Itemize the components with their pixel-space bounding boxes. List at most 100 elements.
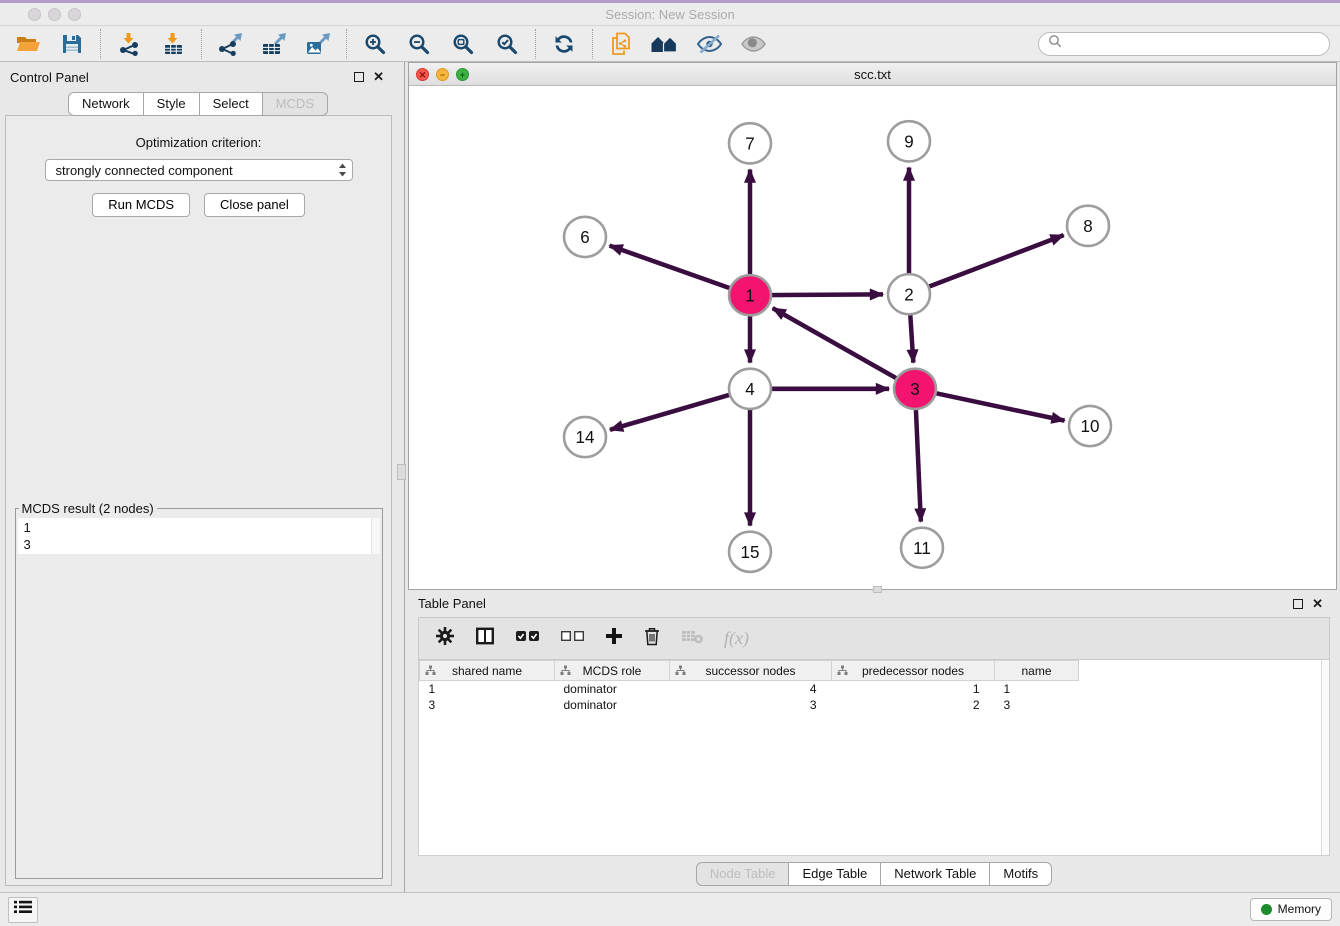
zoom-selected-icon[interactable]: [491, 29, 523, 59]
graph-node-6[interactable]: 6: [564, 217, 606, 257]
network-maximize-icon[interactable]: +: [456, 68, 469, 81]
table-cell[interactable]: 4: [670, 681, 832, 697]
mcds-result-text[interactable]: 1 3: [18, 518, 371, 554]
column-header-mcds-role[interactable]: MCDS role: [555, 661, 670, 681]
delete-table-icon[interactable]: [681, 628, 704, 649]
table-row[interactable]: 1dominator411: [420, 681, 1330, 697]
zoom-fit-icon[interactable]: [447, 29, 479, 59]
hide-selected-icon[interactable]: [693, 29, 725, 59]
table-cell[interactable]: dominator: [555, 681, 670, 697]
graph-edge-3-1[interactable]: [773, 308, 908, 385]
table-scrollbar[interactable]: [1321, 660, 1329, 855]
maximize-window-icon[interactable]: [68, 8, 81, 21]
table-cell[interactable]: 2: [832, 697, 995, 713]
run-mcds-button[interactable]: Run MCDS: [92, 193, 190, 217]
svg-text:14: 14: [576, 428, 595, 447]
columns-icon[interactable]: [475, 626, 495, 651]
task-history-button[interactable]: [8, 897, 38, 923]
save-session-icon[interactable]: [56, 29, 88, 59]
graph-node-3[interactable]: 3: [894, 369, 936, 409]
graph-edge-3-10[interactable]: [923, 390, 1065, 420]
graph-edge-4-14[interactable]: [610, 391, 742, 430]
tab-network-table[interactable]: Network Table: [880, 862, 990, 886]
close-panel-button[interactable]: Close panel: [204, 193, 305, 217]
graph-node-7[interactable]: 7: [729, 123, 771, 163]
export-network-icon[interactable]: [214, 29, 246, 59]
table-cell[interactable]: 1: [995, 681, 1079, 697]
close-window-icon[interactable]: [28, 8, 41, 21]
float-panel-icon[interactable]: [354, 72, 364, 82]
close-panel-icon[interactable]: ✕: [373, 72, 384, 82]
export-image-icon[interactable]: [302, 29, 334, 59]
chevron-updown-icon: [338, 162, 347, 178]
table-cell[interactable]: 1: [832, 681, 995, 697]
function-builder-icon[interactable]: f(x): [724, 628, 749, 649]
import-table-icon[interactable]: [157, 29, 189, 59]
graph-edge-1-6[interactable]: [610, 246, 743, 293]
graph-node-8[interactable]: 8: [1067, 206, 1109, 246]
zoom-out-icon[interactable]: [403, 29, 435, 59]
graph-edge-3-11[interactable]: [915, 397, 920, 522]
column-header-successor-nodes[interactable]: successor nodes: [670, 661, 832, 681]
window-controls: [28, 8, 81, 21]
network-close-icon[interactable]: ✕: [416, 68, 429, 81]
graph-node-2[interactable]: 2: [888, 274, 930, 314]
result-scrollbar[interactable]: [371, 518, 380, 554]
column-header-name[interactable]: name: [995, 661, 1079, 681]
minimize-window-icon[interactable]: [48, 8, 61, 21]
zoom-in-icon[interactable]: [359, 29, 391, 59]
gear-icon[interactable]: [435, 626, 455, 651]
table-tabs: Node Table Edge Table Network Table Moti…: [418, 856, 1330, 892]
duplicate-network-icon[interactable]: [605, 29, 637, 59]
graph-node-15[interactable]: 15: [729, 532, 771, 572]
graph-node-10[interactable]: 10: [1069, 406, 1111, 446]
first-neighbors-icon[interactable]: [649, 29, 681, 59]
tab-motifs[interactable]: Motifs: [989, 862, 1052, 886]
table-cell[interactable]: 3: [995, 697, 1079, 713]
horizontal-divider-grip[interactable]: [873, 586, 882, 593]
graph-node-4[interactable]: 4: [729, 369, 771, 409]
table-panel-title: Table Panel: [418, 596, 486, 611]
tab-style[interactable]: Style: [143, 92, 200, 116]
graph-node-1[interactable]: 1: [729, 275, 771, 315]
export-table-icon[interactable]: [258, 29, 290, 59]
search-input[interactable]: [1067, 37, 1320, 51]
table-cell[interactable]: 3: [420, 697, 555, 713]
tab-edge-table[interactable]: Edge Table: [788, 862, 881, 886]
panel-divider[interactable]: [396, 62, 408, 892]
table-row[interactable]: 3dominator323: [420, 697, 1330, 713]
select-all-icon[interactable]: [515, 629, 540, 648]
search-field[interactable]: [1038, 32, 1330, 56]
graph-edge-1-2[interactable]: [758, 294, 883, 295]
table-cell[interactable]: 3: [670, 697, 832, 713]
table-header-row: shared name MCDS role successor nodes pr…: [420, 661, 1330, 681]
import-network-icon[interactable]: [113, 29, 145, 59]
table-cell[interactable]: dominator: [555, 697, 670, 713]
apply-layout-icon[interactable]: [548, 29, 580, 59]
divider-grip[interactable]: [397, 464, 406, 480]
tab-select[interactable]: Select: [199, 92, 263, 116]
close-table-panel-icon[interactable]: ✕: [1312, 599, 1323, 609]
network-graph[interactable]: 7 9 6 8 1 2 4 3 14 10 15 11: [409, 86, 1336, 589]
tab-mcds[interactable]: MCDS: [262, 92, 328, 116]
column-header-predecessor-nodes[interactable]: predecessor nodes: [832, 661, 995, 681]
deselect-all-icon[interactable]: [560, 629, 585, 648]
graph-node-11[interactable]: 11: [901, 528, 943, 568]
show-all-icon[interactable]: [737, 29, 769, 59]
network-minimize-icon[interactable]: −: [436, 68, 449, 81]
memory-button[interactable]: Memory: [1250, 898, 1332, 921]
tab-network[interactable]: Network: [68, 92, 144, 116]
table-panel: Table Panel ✕: [408, 590, 1337, 892]
delete-column-icon[interactable]: [643, 626, 661, 651]
float-table-panel-icon[interactable]: [1293, 599, 1303, 609]
add-column-icon[interactable]: [605, 627, 623, 650]
graph-edge-2-8[interactable]: [916, 235, 1063, 291]
table-cell[interactable]: 1: [420, 681, 555, 697]
graph-node-14[interactable]: 14: [564, 417, 606, 457]
optimization-criterion-select[interactable]: strongly connected component: [45, 159, 353, 181]
tab-node-table[interactable]: Node Table: [696, 862, 790, 886]
graph-node-9[interactable]: 9: [888, 121, 930, 161]
dropdown-value: strongly connected component: [56, 163, 233, 178]
column-header-shared-name[interactable]: shared name: [420, 661, 555, 681]
open-session-icon[interactable]: [12, 29, 44, 59]
